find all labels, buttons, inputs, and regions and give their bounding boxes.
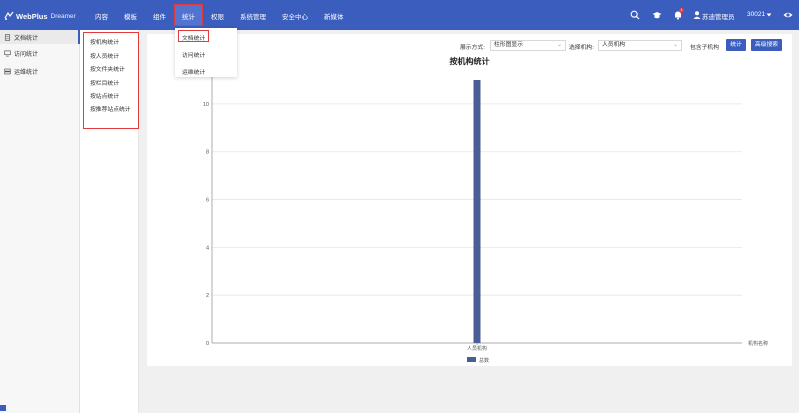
bar-chart: 0 2 4 6 8 10 人员机构 机构名称总数	[203, 76, 768, 364]
y-tick-label: 4	[206, 245, 209, 251]
y-tick-label: 6	[206, 198, 209, 204]
legend-label: 总数	[479, 357, 489, 364]
dropdown-item-visit-stats[interactable]: 访问统计	[182, 50, 205, 59]
x-tick-label: 人员机构	[467, 345, 487, 352]
y-tick-label: 8	[206, 150, 209, 156]
y-tick-label: 10	[203, 102, 209, 108]
dropdown-item-ops-stats[interactable]: 运维统计	[182, 67, 205, 76]
bar	[473, 80, 481, 343]
y-tick-label: 0	[206, 341, 209, 347]
y-tick-label: 2	[206, 293, 209, 299]
legend-swatch	[467, 357, 476, 362]
dropdown-highlight	[178, 30, 209, 42]
x-axis-label: 机构名称	[748, 340, 768, 347]
